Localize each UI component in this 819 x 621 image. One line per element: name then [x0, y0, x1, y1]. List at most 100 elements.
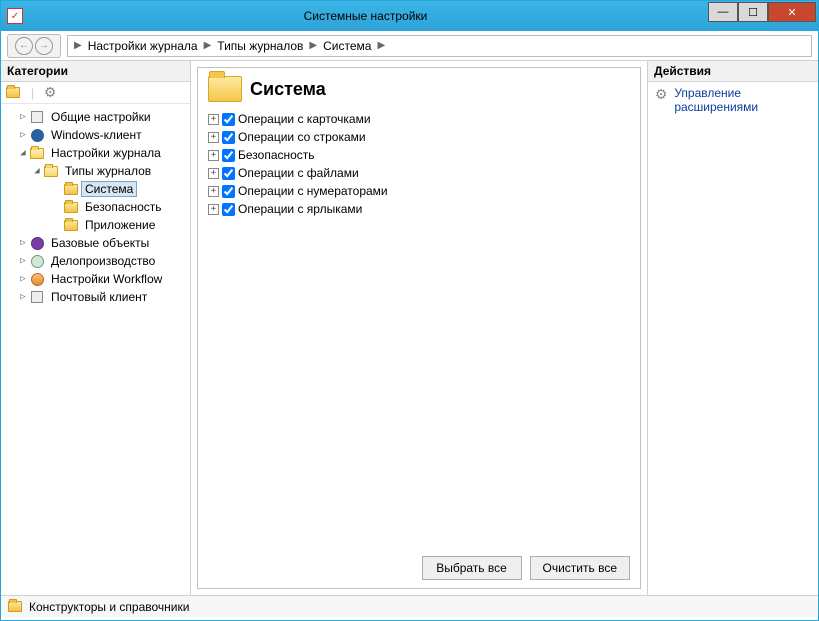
tree-item-label: Делопроизводство	[47, 253, 159, 269]
select-all-button[interactable]: Выбрать все	[422, 556, 522, 580]
operation-label: Операции с файлами	[238, 166, 359, 180]
operation-checkbox[interactable]	[222, 185, 235, 198]
checklist-row: + Операции со строками	[208, 128, 630, 146]
breadcrumb[interactable]: ▶ Настройки журнала ▶ Типы журналов ▶ Си…	[67, 35, 812, 57]
tree-item[interactable]: ◢ Типы журналов	[3, 162, 188, 180]
operation-label: Операции с нумераторами	[238, 184, 388, 198]
operation-checklist: + Операции с карточками + Операции со строк…	[208, 110, 630, 548]
tree-item[interactable]: ▷ Делопроизводство	[3, 252, 188, 270]
status-bar: Конструкторы и справочники	[1, 595, 818, 617]
maximize-button[interactable]: ☐	[738, 2, 768, 22]
sq-icon	[29, 289, 45, 305]
tree-item[interactable]: ▷ Настройки Workflow	[3, 270, 188, 288]
folder-open-icon	[29, 145, 45, 161]
nav-back-forward[interactable]: ← →	[7, 34, 61, 58]
chevron-right-icon: ▶	[375, 40, 387, 51]
expand-icon[interactable]: ▷	[17, 112, 29, 122]
tree-item-label: Почтовый клиент	[47, 289, 151, 305]
center-frame: Система + Операции с карточками + Операции …	[197, 67, 641, 589]
tree-item[interactable]: ▷ Базовые объекты	[3, 234, 188, 252]
expand-icon[interactable]: +	[208, 168, 219, 179]
folder-icon	[7, 599, 23, 615]
circle-teal-icon	[29, 253, 45, 269]
gear-icon: ⚙	[654, 86, 668, 102]
gear-icon[interactable]: ⚙	[42, 85, 58, 101]
close-button[interactable]: ✕	[768, 2, 816, 22]
checklist-row: + Операции с карточками	[208, 110, 630, 128]
circle-orange-icon	[29, 271, 45, 287]
collapse-icon[interactable]: ◢	[17, 148, 29, 158]
sq-icon	[29, 109, 45, 125]
operation-label: Операции со строками	[238, 130, 366, 144]
collapse-icon[interactable]: ◢	[31, 166, 43, 176]
operation-checkbox[interactable]	[222, 131, 235, 144]
manage-extensions-link[interactable]: ⚙ Управление расширениями	[654, 86, 812, 114]
tree-item[interactable]: Система	[3, 180, 188, 198]
center-pane: Система + Операции с карточками + Операции …	[191, 61, 648, 595]
tree-item[interactable]: Приложение	[3, 216, 188, 234]
action-link-label: Управление расширениями	[674, 86, 812, 114]
circle-purple-icon	[29, 235, 45, 251]
checklist-row: + Операции с файлами	[208, 164, 630, 182]
chevron-right-icon: ▶	[72, 40, 84, 51]
operation-label: Безопасность	[238, 148, 315, 162]
actions-pane: Действия ⚙ Управление расширениями	[648, 61, 818, 595]
nav-bar: ← → ▶ Настройки журнала ▶ Типы журналов …	[1, 31, 818, 61]
categories-toolbar: | ⚙	[1, 82, 190, 104]
expand-icon[interactable]: +	[208, 150, 219, 161]
tree-item[interactable]: ▷ Windows-клиент	[3, 126, 188, 144]
folder-icon	[63, 181, 79, 197]
tree-item-label: Общие настройки	[47, 109, 155, 125]
expand-icon[interactable]: ▷	[17, 274, 29, 284]
tree-item[interactable]: ◢Настройки журнала	[3, 144, 188, 162]
expand-icon[interactable]: ▷	[17, 256, 29, 266]
tree-item-label: Базовые объекты	[47, 235, 153, 251]
expand-icon[interactable]: ▷	[17, 130, 29, 140]
tree-item-label: Настройки Workflow	[47, 271, 166, 287]
tree-item[interactable]: ▷ Общие настройки	[3, 108, 188, 126]
operation-checkbox[interactable]	[222, 167, 235, 180]
expand-icon[interactable]: +	[208, 186, 219, 197]
breadcrumb-item[interactable]: Система	[319, 39, 375, 53]
breadcrumb-item[interactable]: Типы журналов	[213, 39, 307, 53]
actions-header: Действия	[648, 61, 818, 82]
clear-all-button[interactable]: Очистить все	[530, 556, 630, 580]
tree-item-label: Приложение	[81, 217, 159, 233]
tree-item[interactable]: ▷ Почтовый клиент	[3, 288, 188, 306]
operation-checkbox[interactable]	[222, 203, 235, 216]
chevron-right-icon: ▶	[307, 40, 319, 51]
folder-icon[interactable]	[5, 85, 21, 101]
expand-icon[interactable]: ▷	[17, 238, 29, 248]
status-text: Конструкторы и справочники	[29, 600, 189, 614]
operation-label: Операции с карточками	[238, 112, 371, 126]
app-icon: ✓	[7, 8, 23, 24]
center-buttons: Выбрать все Очистить все	[208, 548, 630, 580]
checklist-row: + Безопасность	[208, 146, 630, 164]
operation-label: Операции с ярлыками	[238, 202, 362, 216]
toolbar-separator: |	[31, 86, 34, 100]
checklist-row: + Операции с нумераторами	[208, 182, 630, 200]
categories-pane: Категории | ⚙ ▷ Общие настройки ▷ Windows-к…	[1, 61, 191, 595]
window-buttons: — ☐ ✕	[708, 2, 816, 22]
tree-item[interactable]: Безопасность	[3, 198, 188, 216]
minimize-button[interactable]: —	[708, 2, 738, 22]
breadcrumb-item[interactable]: Настройки журнала	[84, 39, 202, 53]
center-title: Система	[250, 79, 326, 100]
expand-icon[interactable]: +	[208, 132, 219, 143]
tree-item-label: Система	[81, 181, 137, 197]
expand-icon[interactable]: +	[208, 114, 219, 125]
circle-blue-icon	[29, 127, 45, 143]
forward-icon: →	[35, 37, 53, 55]
category-tree: ▷Общие настройки▷Windows-клиент◢Настройк…	[1, 104, 190, 595]
expand-icon[interactable]: ▷	[17, 292, 29, 302]
chevron-right-icon: ▶	[202, 40, 214, 51]
categories-header: Категории	[1, 61, 190, 82]
expand-icon[interactable]: +	[208, 204, 219, 215]
tree-item-label: Типы журналов	[61, 163, 155, 179]
operation-checkbox[interactable]	[222, 149, 235, 162]
checklist-row: + Операции с ярлыками	[208, 200, 630, 218]
operation-checkbox[interactable]	[222, 113, 235, 126]
title-bar: ✓ Системные настройки — ☐ ✕	[1, 1, 818, 31]
tree-item-label: Windows-клиент	[47, 127, 146, 143]
folder-icon	[63, 217, 79, 233]
